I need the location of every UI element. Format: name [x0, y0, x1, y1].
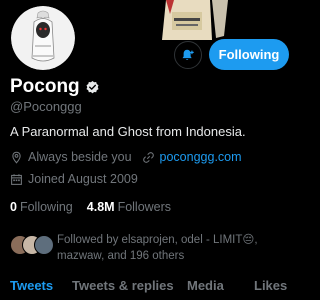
- following-label: Following: [19, 200, 73, 214]
- profile-location: Always beside you: [28, 150, 132, 164]
- profile-website-link[interactable]: poconggg.com: [160, 150, 242, 164]
- followers-label: Followers: [117, 200, 172, 214]
- followers-count-link[interactable]: 4.8M Followers: [87, 200, 171, 214]
- tab-likes[interactable]: Likes: [254, 278, 287, 293]
- banner-image: [132, 0, 252, 40]
- tab-tweets[interactable]: Tweets: [10, 278, 53, 293]
- following-count: 0: [10, 200, 17, 214]
- followed-by-avatars: [10, 235, 54, 255]
- followers-count: 4.8M: [86, 200, 115, 214]
- profile-tabs: Tweets Tweets & replies Media Likes: [0, 276, 298, 300]
- tab-tweets-replies[interactable]: Tweets & replies: [72, 278, 174, 293]
- tab-media[interactable]: Media: [187, 278, 224, 293]
- followed-by-row[interactable]: Followed by elsaprojen, odel - LIMIT😔, m…: [10, 232, 292, 266]
- notification-bell-button[interactable]: [174, 41, 202, 69]
- profile-bio: A Paranormal and Ghost from Indonesia.: [10, 124, 246, 139]
- followed-by-text: Followed by elsaprojen, odel - LIMIT😔, m…: [57, 234, 258, 262]
- calendar-icon: [11, 173, 22, 185]
- profile-meta-row: Always beside you poconggg.com: [10, 150, 242, 164]
- profile-stats: 0 Following 4.8M Followers: [10, 200, 171, 214]
- profile-joined-date: Joined August 2009: [28, 172, 138, 186]
- link-icon: [142, 151, 154, 163]
- following-button[interactable]: Following: [209, 39, 289, 70]
- profile-joined-row: Joined August 2009: [10, 172, 138, 186]
- follower-avatar: [34, 235, 54, 255]
- following-count-link[interactable]: 0 Following: [10, 200, 73, 214]
- profile-name-row: Pocong: [10, 76, 100, 98]
- notification-bell-icon: [182, 49, 194, 60]
- profile-handle: @Poconggg: [10, 99, 82, 114]
- verified-badge-icon: [86, 80, 99, 93]
- profile-name: Pocong: [10, 76, 80, 97]
- location-pin-icon: [12, 151, 21, 164]
- profile-avatar[interactable]: [8, 3, 78, 73]
- pocong-avatar-image: [11, 6, 75, 70]
